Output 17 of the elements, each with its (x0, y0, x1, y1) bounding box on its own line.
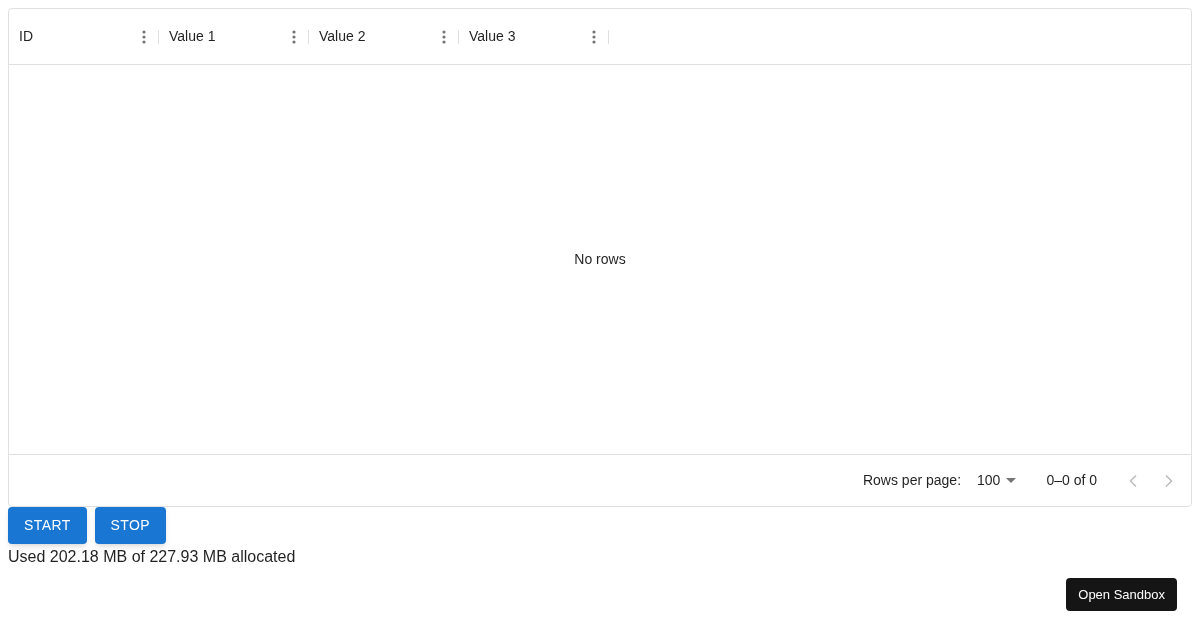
column-header[interactable]: Value 3 (469, 26, 592, 47)
column-header[interactable]: Value 1 (169, 26, 292, 47)
action-button[interactable]: STOP (94, 507, 167, 544)
column-menu-icon[interactable] (142, 29, 146, 44)
memory-usage-text: Used 202.18 MB of 227.93 MB allocated (8, 547, 297, 567)
rows-per-page-label: Rows per page: (862, 471, 962, 490)
page-range: 0–0 of 0 (1046, 471, 1097, 490)
empty-message: No rows (574, 250, 626, 269)
column-menu-icon[interactable] (442, 29, 446, 44)
rows-per-page-select[interactable]: 100 (977, 470, 1017, 491)
column-menu-icon[interactable] (292, 29, 296, 44)
open-sandbox-button[interactable]: Open Sandbox (1066, 578, 1177, 611)
column-menu-icon[interactable] (592, 29, 596, 44)
column-header[interactable]: ID (19, 26, 142, 47)
column-header[interactable]: Value 2 (319, 26, 442, 47)
caret-icon (1006, 478, 1017, 483)
action-button[interactable]: START (8, 507, 87, 544)
